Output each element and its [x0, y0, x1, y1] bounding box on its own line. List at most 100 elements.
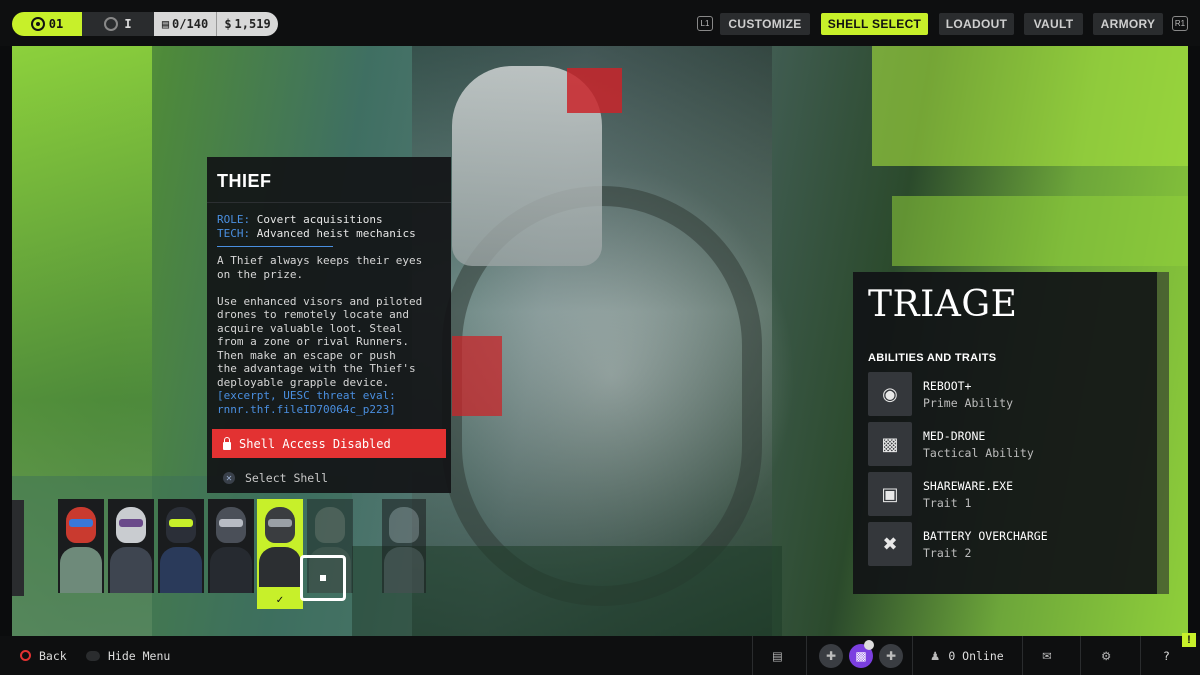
chat-icon[interactable]: ▤: [772, 636, 783, 675]
med-drone-icon: ▩: [868, 422, 912, 466]
panel-edge: [1157, 272, 1169, 594]
tech-value: Advanced heist mechanics: [256, 227, 416, 240]
friends-icon: ♟: [930, 648, 941, 663]
roster-scroll-left[interactable]: [12, 500, 24, 596]
nav-shell-select[interactable]: SHELL SELECT: [821, 13, 928, 35]
r1-bumper-icon: R1: [1172, 16, 1188, 31]
alert-icon[interactable]: !: [1182, 633, 1196, 647]
portrait-head: [315, 507, 345, 543]
ability-name: BATTERY OVERCHARGE: [923, 529, 1048, 543]
role-value: Covert acquisitions: [256, 213, 383, 226]
shell-meta: ROLE: Covert acquisitions TECH: Advanced…: [217, 213, 416, 241]
portrait-visor: [69, 519, 93, 527]
portrait-body: [110, 547, 152, 593]
roster-portrait-4[interactable]: [208, 499, 254, 593]
nav-customize[interactable]: CUSTOMIZE: [720, 13, 810, 35]
roster-portrait-2[interactable]: [108, 499, 154, 593]
credits-pill[interactable]: $ 1,519: [216, 12, 278, 36]
ability-type: Prime Ability: [923, 396, 1014, 410]
portrait-body: [384, 547, 424, 593]
roster-portrait-1[interactable]: [58, 499, 104, 593]
stash-capacity: 0/140: [172, 17, 209, 31]
top-bar: 01 I ▤ 0/140 $ 1,519 L1 CUSTOMIZE SHELL …: [0, 0, 1200, 46]
drone-network-icon: ◉: [868, 372, 912, 416]
help-button[interactable]: ?: [1163, 636, 1170, 675]
portrait-body: [259, 547, 301, 587]
ability-type: Tactical Ability: [923, 446, 1034, 460]
meta-divider: [217, 246, 333, 247]
shareware-icon: ▣: [868, 472, 912, 516]
party-slot-2-icon[interactable]: ✚: [879, 644, 903, 668]
cross-button-icon: ✕: [223, 472, 235, 484]
portrait-visor: [219, 519, 243, 527]
description-intro: A Thief always keeps their eyes on the p…: [217, 254, 423, 281]
ability-name: REBOOT+: [923, 379, 972, 393]
description-detail: Use enhanced visors and piloted drones t…: [217, 294, 423, 389]
shell-access-disabled-banner: Shell Access Disabled: [212, 429, 446, 458]
roster-portrait-7-locked[interactable]: [382, 499, 426, 593]
ability-name: MED-DRONE: [923, 429, 986, 443]
battery-overcharge-icon: ✖: [868, 522, 912, 566]
touchpad-icon: [86, 650, 100, 661]
shell-access-status: Shell Access Disabled: [239, 436, 391, 451]
portrait-visor: [268, 519, 292, 527]
shell-name: THIEF: [217, 171, 272, 191]
rank-icon: [104, 17, 119, 31]
help-icon: ?: [1163, 648, 1170, 663]
nav-loadout[interactable]: LOADOUT: [939, 13, 1014, 35]
ability-name: SHAREWARE.EXE: [923, 479, 1014, 493]
divider: [912, 636, 913, 675]
portrait-visor: [119, 519, 143, 527]
nav-vault[interactable]: VAULT: [1024, 13, 1083, 35]
back-label: Back: [39, 648, 67, 663]
player-level: 01: [48, 17, 64, 31]
ability-reboot[interactable]: ◉ REBOOT+ Prime Ability: [868, 372, 1148, 416]
status-badge: [864, 640, 874, 650]
player-rank: I: [124, 17, 132, 31]
mail-icon[interactable]: ✉: [1042, 636, 1052, 675]
ability-battery-overcharge[interactable]: ✖ BATTERY OVERCHARGE Trait 2: [868, 522, 1148, 566]
back-button[interactable]: Back: [20, 636, 67, 675]
hide-menu-label: Hide Menu: [108, 648, 171, 663]
party-slot-1-icon[interactable]: ✚: [819, 644, 843, 668]
portrait-body: [60, 547, 102, 593]
portrait-visor: [169, 519, 193, 527]
ability-type: Trait 2: [923, 546, 972, 560]
player-level-pill[interactable]: 01: [12, 12, 82, 36]
credits-amount: 1,519: [234, 17, 271, 31]
settings-gear-icon[interactable]: ⚙: [1101, 636, 1111, 675]
bottom-bar: Back Hide Menu ▤ ✚ ▩ ✚ ♟ 0 Online ✉ ⚙ ?: [0, 636, 1200, 675]
select-shell-label: Select Shell: [245, 471, 329, 485]
ability-shareware[interactable]: ▣ SHAREWARE.EXE Trait 1: [868, 472, 1148, 516]
roster-portrait-5-selected[interactable]: ✓: [257, 499, 303, 609]
player-status-group: 01 I ▤ 0/140 $ 1,519: [12, 12, 278, 36]
divider: [1022, 636, 1023, 675]
online-count: 0 Online: [948, 648, 1004, 663]
description-reference: [excerpt, UESC threat eval: rnnr.thf.fil…: [217, 389, 396, 416]
stash-capacity-pill[interactable]: ▤ 0/140: [154, 12, 216, 36]
divider: [1140, 636, 1141, 675]
online-friends-button[interactable]: ♟ 0 Online: [930, 636, 1004, 675]
divider: [806, 636, 807, 675]
ability-med-drone[interactable]: ▩ MED-DRONE Tactical Ability: [868, 422, 1148, 466]
stash-icon: ▤: [161, 17, 170, 31]
checkmark-icon: ✓: [275, 595, 285, 606]
nav-armory[interactable]: ARMORY: [1093, 13, 1163, 35]
selected-shell-panel: TRIAGE ABILITIES AND TRAITS ◉ REBOOT+ Pr…: [853, 272, 1157, 594]
tech-key: TECH:: [217, 227, 251, 240]
divider: [207, 202, 451, 203]
select-shell-prompt[interactable]: ✕ Select Shell: [223, 471, 328, 485]
runner-icon: [30, 17, 45, 31]
roster-portrait-3[interactable]: [158, 499, 204, 593]
hide-menu-button[interactable]: Hide Menu: [86, 636, 170, 675]
divider: [752, 636, 753, 675]
credits-icon: $: [224, 17, 232, 31]
shell-description: A Thief always keeps their eyes on the p…: [217, 254, 443, 416]
selection-reticle-icon: [300, 555, 346, 601]
portrait-body: [160, 547, 202, 593]
player-rank-pill[interactable]: I: [82, 12, 154, 36]
role-key: ROLE:: [217, 213, 251, 226]
abilities-title: ABILITIES AND TRAITS: [868, 352, 997, 364]
shell-info-panel: THIEF ROLE: Covert acquisitions TECH: Ad…: [207, 157, 451, 493]
lock-icon: [223, 436, 231, 450]
